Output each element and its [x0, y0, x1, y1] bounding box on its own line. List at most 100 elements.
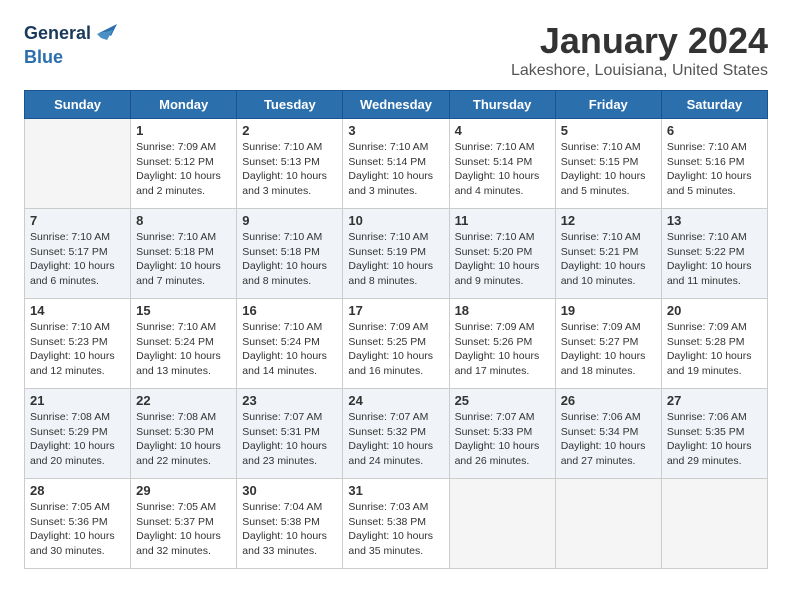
day-number: 7	[30, 213, 125, 228]
day-info: Sunrise: 7:06 AM Sunset: 5:34 PM Dayligh…	[561, 410, 656, 469]
day-info: Sunrise: 7:06 AM Sunset: 5:35 PM Dayligh…	[667, 410, 762, 469]
weekday-header-row: SundayMondayTuesdayWednesdayThursdayFrid…	[25, 91, 768, 119]
calendar-cell: 24 Sunrise: 7:07 AM Sunset: 5:32 PM Dayli…	[343, 389, 449, 479]
calendar-cell: 21 Sunrise: 7:08 AM Sunset: 5:29 PM Dayli…	[25, 389, 131, 479]
calendar-cell: 25 Sunrise: 7:07 AM Sunset: 5:33 PM Dayli…	[449, 389, 555, 479]
day-number: 9	[242, 213, 337, 228]
day-number: 15	[136, 303, 231, 318]
day-info: Sunrise: 7:10 AM Sunset: 5:17 PM Dayligh…	[30, 230, 125, 289]
day-number: 29	[136, 483, 231, 498]
day-number: 30	[242, 483, 337, 498]
calendar-cell: 23Sunrise: 7:07 AM Sunset: 5:31 PM Dayli…	[237, 389, 343, 479]
day-number: 12	[561, 213, 656, 228]
day-number: 24	[348, 393, 443, 408]
calendar-cell: 6 Sunrise: 7:10 AM Sunset: 5:16 PM Daylig…	[661, 119, 767, 209]
day-number: 31	[348, 483, 443, 498]
day-number: 14	[30, 303, 125, 318]
day-info: Sunrise: 7:10 AM Sunset: 5:24 PM Dayligh…	[242, 320, 337, 379]
calendar-cell: 18Sunrise: 7:09 AM Sunset: 5:26 PM Dayli…	[449, 299, 555, 389]
day-info: Sunrise: 7:09 AM Sunset: 5:26 PM Dayligh…	[455, 320, 550, 379]
calendar-subtitle: Lakeshore, Louisiana, United States	[511, 62, 768, 80]
day-number: 25	[455, 393, 550, 408]
day-info: Sunrise: 7:09 AM Sunset: 5:28 PM Dayligh…	[667, 320, 762, 379]
day-info: Sunrise: 7:08 AM Sunset: 5:30 PM Dayligh…	[136, 410, 231, 469]
day-info: Sunrise: 7:09 AM Sunset: 5:12 PM Dayligh…	[136, 140, 231, 199]
calendar-cell: 17Sunrise: 7:09 AM Sunset: 5:25 PM Dayli…	[343, 299, 449, 389]
day-info: Sunrise: 7:05 AM Sunset: 5:37 PM Dayligh…	[136, 500, 231, 559]
calendar-cell: 5 Sunrise: 7:10 AM Sunset: 5:15 PM Daylig…	[555, 119, 661, 209]
calendar-week-row: 1 Sunrise: 7:09 AM Sunset: 5:12 PM Daylig…	[25, 119, 768, 209]
weekday-header-wednesday: Wednesday	[343, 91, 449, 119]
day-number: 26	[561, 393, 656, 408]
calendar-cell	[25, 119, 131, 209]
calendar-cell: 30Sunrise: 7:04 AM Sunset: 5:38 PM Dayli…	[237, 479, 343, 569]
day-number: 5	[561, 123, 656, 138]
weekday-header-friday: Friday	[555, 91, 661, 119]
day-number: 28	[30, 483, 125, 498]
day-number: 10	[348, 213, 443, 228]
calendar-cell: 28 Sunrise: 7:05 AM Sunset: 5:36 PM Dayli…	[25, 479, 131, 569]
calendar-cell	[661, 479, 767, 569]
calendar-title: January 2024	[511, 20, 768, 62]
day-number: 1	[136, 123, 231, 138]
day-info: Sunrise: 7:09 AM Sunset: 5:27 PM Dayligh…	[561, 320, 656, 379]
day-info: Sunrise: 7:07 AM Sunset: 5:32 PM Dayligh…	[348, 410, 443, 469]
day-info: Sunrise: 7:10 AM Sunset: 5:19 PM Dayligh…	[348, 230, 443, 289]
calendar-cell: 14Sunrise: 7:10 AM Sunset: 5:23 PM Dayli…	[25, 299, 131, 389]
logo-bird-icon	[93, 20, 117, 48]
day-info: Sunrise: 7:10 AM Sunset: 5:16 PM Dayligh…	[667, 140, 762, 199]
calendar-cell: 12 Sunrise: 7:10 AM Sunset: 5:21 PM Dayli…	[555, 209, 661, 299]
day-info: Sunrise: 7:10 AM Sunset: 5:18 PM Dayligh…	[242, 230, 337, 289]
title-area: January 2024 Lakeshore, Louisiana, Unite…	[511, 20, 768, 80]
calendar-cell: 20 Sunrise: 7:09 AM Sunset: 5:28 PM Dayli…	[661, 299, 767, 389]
calendar-cell: 11 Sunrise: 7:10 AM Sunset: 5:20 PM Dayli…	[449, 209, 555, 299]
calendar-cell: 16 Sunrise: 7:10 AM Sunset: 5:24 PM Dayli…	[237, 299, 343, 389]
day-number: 22	[136, 393, 231, 408]
day-number: 11	[455, 213, 550, 228]
calendar-cell: 31Sunrise: 7:03 AM Sunset: 5:38 PM Dayli…	[343, 479, 449, 569]
calendar-week-row: 7 Sunrise: 7:10 AM Sunset: 5:17 PM Daylig…	[25, 209, 768, 299]
calendar-cell: 3 Sunrise: 7:10 AM Sunset: 5:14 PM Daylig…	[343, 119, 449, 209]
calendar-cell: 4 Sunrise: 7:10 AM Sunset: 5:14 PM Daylig…	[449, 119, 555, 209]
day-info: Sunrise: 7:10 AM Sunset: 5:18 PM Dayligh…	[136, 230, 231, 289]
day-number: 6	[667, 123, 762, 138]
day-info: Sunrise: 7:10 AM Sunset: 5:14 PM Dayligh…	[348, 140, 443, 199]
day-info: Sunrise: 7:10 AM Sunset: 5:13 PM Dayligh…	[242, 140, 337, 199]
calendar-cell: 8 Sunrise: 7:10 AM Sunset: 5:18 PM Daylig…	[131, 209, 237, 299]
day-info: Sunrise: 7:05 AM Sunset: 5:36 PM Dayligh…	[30, 500, 125, 559]
day-number: 16	[242, 303, 337, 318]
day-number: 17	[348, 303, 443, 318]
day-info: Sunrise: 7:08 AM Sunset: 5:29 PM Dayligh…	[30, 410, 125, 469]
calendar-cell: 19 Sunrise: 7:09 AM Sunset: 5:27 PM Dayli…	[555, 299, 661, 389]
day-number: 3	[348, 123, 443, 138]
day-info: Sunrise: 7:07 AM Sunset: 5:33 PM Dayligh…	[455, 410, 550, 469]
day-number: 4	[455, 123, 550, 138]
day-number: 23	[242, 393, 337, 408]
calendar-cell: 1 Sunrise: 7:09 AM Sunset: 5:12 PM Daylig…	[131, 119, 237, 209]
calendar-cell: 7 Sunrise: 7:10 AM Sunset: 5:17 PM Daylig…	[25, 209, 131, 299]
calendar-cell: 22 Sunrise: 7:08 AM Sunset: 5:30 PM Dayli…	[131, 389, 237, 479]
logo-text: General	[24, 24, 91, 44]
day-number: 19	[561, 303, 656, 318]
calendar-cell: 26 Sunrise: 7:06 AM Sunset: 5:34 PM Dayli…	[555, 389, 661, 479]
calendar-cell: 10 Sunrise: 7:10 AM Sunset: 5:19 PM Dayli…	[343, 209, 449, 299]
day-info: Sunrise: 7:10 AM Sunset: 5:15 PM Dayligh…	[561, 140, 656, 199]
weekday-header-saturday: Saturday	[661, 91, 767, 119]
day-info: Sunrise: 7:10 AM Sunset: 5:24 PM Dayligh…	[136, 320, 231, 379]
calendar-cell: 2Sunrise: 7:10 AM Sunset: 5:13 PM Daylig…	[237, 119, 343, 209]
day-info: Sunrise: 7:10 AM Sunset: 5:20 PM Dayligh…	[455, 230, 550, 289]
day-number: 20	[667, 303, 762, 318]
day-info: Sunrise: 7:10 AM Sunset: 5:14 PM Dayligh…	[455, 140, 550, 199]
calendar-cell: 13Sunrise: 7:10 AM Sunset: 5:22 PM Dayli…	[661, 209, 767, 299]
logo: General Blue	[24, 20, 117, 68]
calendar-cell: 9 Sunrise: 7:10 AM Sunset: 5:18 PM Daylig…	[237, 209, 343, 299]
calendar-week-row: 14Sunrise: 7:10 AM Sunset: 5:23 PM Dayli…	[25, 299, 768, 389]
calendar-week-row: 21 Sunrise: 7:08 AM Sunset: 5:29 PM Dayli…	[25, 389, 768, 479]
day-number: 21	[30, 393, 125, 408]
day-number: 8	[136, 213, 231, 228]
weekday-header-tuesday: Tuesday	[237, 91, 343, 119]
day-info: Sunrise: 7:10 AM Sunset: 5:21 PM Dayligh…	[561, 230, 656, 289]
day-number: 13	[667, 213, 762, 228]
calendar-week-row: 28 Sunrise: 7:05 AM Sunset: 5:36 PM Dayli…	[25, 479, 768, 569]
calendar-cell	[555, 479, 661, 569]
